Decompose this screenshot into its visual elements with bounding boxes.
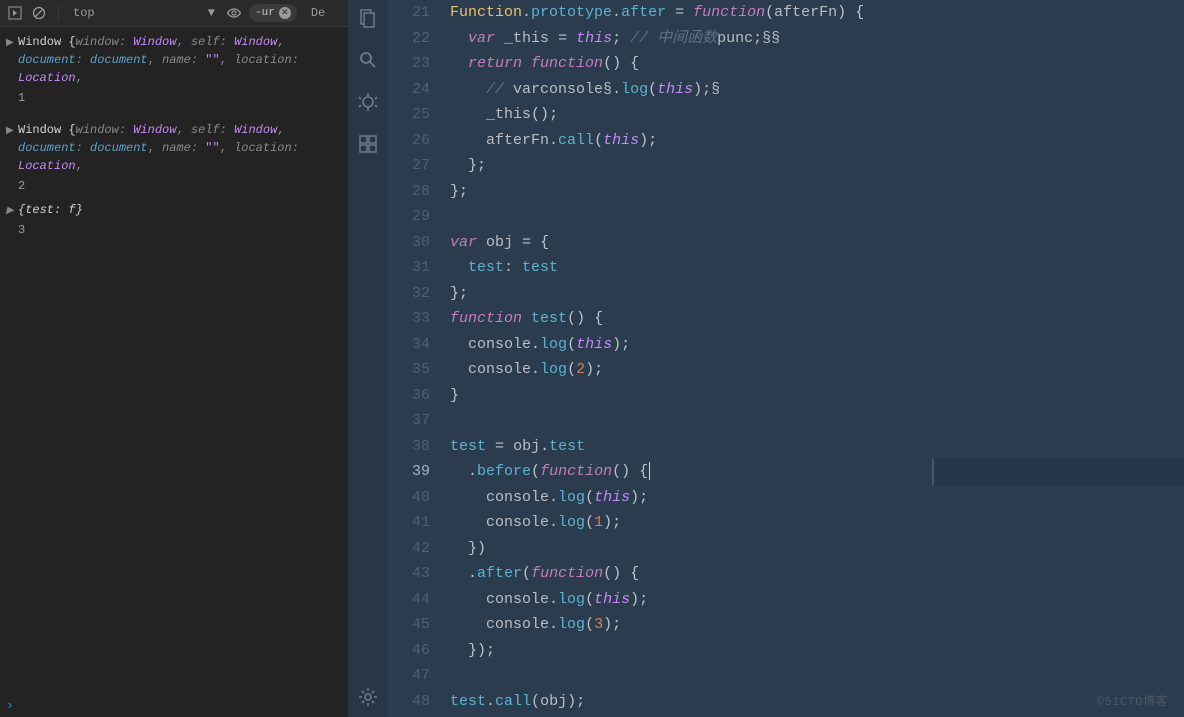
explorer-icon[interactable]	[354, 4, 382, 32]
chevron-down-icon: ▼	[208, 6, 215, 20]
console-log-window[interactable]: ▶ Window {window: Window, self: Window, …	[4, 121, 340, 175]
console-log-number: 1	[18, 89, 340, 107]
expand-arrow-icon[interactable]: ▶	[6, 123, 14, 141]
expand-arrow-icon[interactable]: ▶	[6, 203, 14, 221]
code-editor[interactable]: 2122232425262728293031323334353637383940…	[388, 0, 1184, 717]
execute-icon[interactable]	[6, 4, 24, 22]
clear-console-icon[interactable]	[30, 4, 48, 22]
watermark: ©51CTO博客	[1097, 692, 1168, 709]
console-log-window[interactable]: ▶ Window {window: Window, self: Window, …	[4, 33, 340, 87]
devtools-panel: top ▼ -ur ✕ De ▶ Window {window: Window,…	[0, 0, 348, 717]
filter-text: -ur	[255, 7, 275, 19]
context-selector[interactable]: top ▼	[69, 3, 219, 23]
context-label: top	[73, 6, 95, 20]
editor-cursor	[649, 462, 650, 480]
activity-bar	[348, 0, 388, 717]
console-output: ▶ Window {window: Window, self: Window, …	[0, 27, 348, 694]
code-content[interactable]: Function.prototype.after = function(afte…	[444, 0, 1184, 717]
filter-pill[interactable]: -ur ✕	[249, 4, 297, 22]
console-prompt[interactable]: ›	[0, 694, 348, 717]
live-expression-icon[interactable]	[225, 4, 243, 22]
debug-icon[interactable]	[354, 88, 382, 116]
console-log-number: 2	[18, 177, 340, 195]
search-icon[interactable]	[354, 46, 382, 74]
console-log-object[interactable]: ▶ {test: f}	[4, 201, 340, 219]
expand-arrow-icon[interactable]: ▶	[6, 35, 14, 53]
line-number-gutter: 2122232425262728293031323334353637383940…	[388, 0, 444, 717]
clear-filter-icon[interactable]: ✕	[279, 7, 291, 19]
toolbar-separator	[58, 5, 59, 21]
console-log-number: 3	[18, 221, 340, 239]
prompt-caret-icon: ›	[6, 698, 14, 713]
extensions-icon[interactable]	[354, 130, 382, 158]
toolbar-overflow-text: De	[311, 6, 325, 20]
devtools-toolbar: top ▼ -ur ✕ De	[0, 0, 348, 27]
settings-gear-icon[interactable]	[354, 683, 382, 711]
